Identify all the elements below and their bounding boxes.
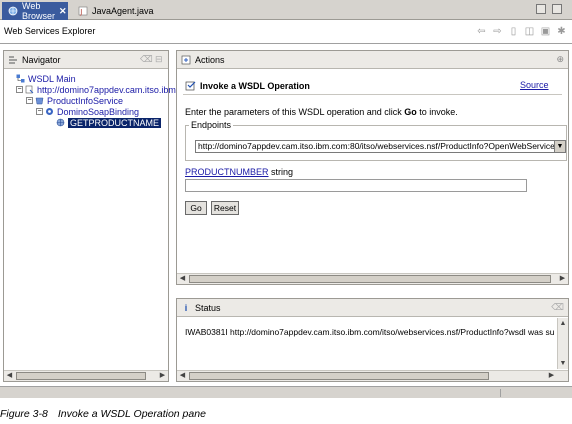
tree-label: ProductInfoService [47,95,124,106]
navigator-header: Navigator ⌫ ⊟ [4,51,168,69]
java-file-icon: J [78,6,88,16]
scroll-up-icon[interactable]: ▲ [558,318,568,329]
heading-divider [183,94,562,95]
navigator-horizontal-scrollbar[interactable]: ◀ ▶ [4,370,168,381]
minimize-button[interactable] [536,4,546,14]
endpoints-group: Endpoints http://domino7appdev.cam.itso.… [185,120,567,161]
tree-label: DominoSoapBinding [57,106,140,117]
scroll-right-icon[interactable]: ▶ [557,274,568,284]
intro-text-bold: Go [404,107,417,117]
collapse-toggle-icon[interactable]: − [16,86,23,93]
actions-header: Actions ⊕ [177,51,568,69]
globe-icon [8,6,18,16]
endpoint-value: http://domino7appdev.cam.itso.ibm.com:80… [198,141,555,151]
actions-pane: Actions ⊕ Invoke a WSDL Operation Source… [176,50,569,285]
scroll-thumb[interactable] [189,275,551,283]
status-pane: i Status ⌫ IWAB0381I http://domino7appde… [176,298,569,382]
scroll-left-icon[interactable]: ◀ [177,371,188,381]
reset-button[interactable]: Reset [211,201,239,215]
back-icon[interactable]: ⇦ [476,26,487,37]
actions-horizontal-scrollbar[interactable]: ◀ ▶ [177,273,568,284]
actions-title: Actions [195,54,225,65]
favorites-icon[interactable]: ▣ [540,26,551,37]
dropdown-arrow-icon[interactable]: ▼ [554,141,565,152]
operation-heading: Invoke a WSDL Operation [185,80,310,91]
clear-icon[interactable]: ⌫ [140,54,153,65]
binding-icon [46,108,53,115]
collapse-toggle-icon[interactable]: − [26,97,33,104]
parameter-type: string [271,167,294,177]
uddi-page-icon[interactable]: ◫ [524,26,535,37]
navigator-title: Navigator [22,54,61,65]
scroll-down-icon[interactable]: ▼ [558,358,568,369]
tree-item-operation[interactable]: GETPRODUCTNAME [56,117,162,128]
wsdl-main-icon [16,74,25,83]
tree-item-service[interactable]: − ProductInfoService [26,95,123,106]
wsdl-file-icon [25,85,34,94]
window-status-bar [0,386,572,398]
scroll-left-icon[interactable]: ◀ [177,274,188,284]
scroll-left-icon[interactable]: ◀ [4,371,15,381]
invoke-operation-icon [185,81,196,91]
svg-text:J: J [79,8,82,16]
maximize-button[interactable] [552,4,562,14]
status-horizontal-scrollbar[interactable]: ◀ ▶ [177,370,568,381]
navigator-pane: Navigator ⌫ ⊟ WSDL Main − http://domino7… [3,50,176,382]
explorer-title-bar: Web Services Explorer ⇦ ⇨ ▯ ◫ ▣ ✱ [0,20,572,44]
figure-number: Figure 3-8 [0,408,48,420]
endpoint-select[interactable]: http://domino7appdev.cam.itso.ibm.com:80… [195,140,566,153]
intro-text-after: to invoke. [416,107,458,117]
status-vertical-scrollbar[interactable]: ▲ ▼ [557,318,568,369]
tree-item-wsdl-main[interactable]: WSDL Main [16,73,76,84]
tree-label: http://domino7appdev.cam.itso.ibm [37,84,176,95]
parameter-label-row: PRODUCTNUMBER string [185,167,293,177]
status-header: i Status ⌫ [177,299,568,317]
source-link[interactable]: Source [520,80,549,90]
actions-icon [181,55,191,64]
scroll-right-icon[interactable]: ▶ [546,371,557,381]
scroll-thumb[interactable] [189,372,489,380]
tab-label: JavaAgent.java [92,6,154,16]
wsdl-page-icon[interactable]: ▯ [508,26,519,37]
explorer-title: Web Services Explorer [4,26,96,36]
status-bar-divider [500,389,501,397]
scroll-thumb[interactable] [16,372,146,380]
tree-item-wsdl-url[interactable]: − http://domino7appdev.cam.itso.ibm [16,84,176,95]
scroll-right-icon[interactable]: ▶ [157,371,168,381]
editor-tab-bar: Web Browser ✕ J JavaAgent.java [0,0,572,21]
status-title: Status [195,302,221,313]
parameter-name-link[interactable]: PRODUCTNUMBER [185,167,269,177]
intro-text: Enter the parameters of this WSDL operat… [185,107,458,117]
endpoints-label: Endpoints [189,120,234,130]
tree-label: WSDL Main [28,73,76,84]
wsil-page-icon[interactable]: ✱ [556,26,567,37]
forward-icon[interactable]: ⇨ [492,26,503,37]
service-icon [35,97,44,105]
figure-title: Invoke a WSDL Operation pane [57,408,206,420]
collapse-icon[interactable]: ⊟ [155,54,163,65]
operation-title: Invoke a WSDL Operation [200,80,310,91]
go-button[interactable]: Go [185,201,207,215]
figure-caption: Figure 3-8 Invoke a WSDL Operation pane [0,408,206,420]
tab-java-agent[interactable]: J JavaAgent.java [72,2,154,20]
tab-label: Web Browser [22,1,56,21]
clear-status-icon[interactable]: ⌫ [551,302,564,313]
productnumber-input[interactable] [185,179,527,192]
maximize-pane-icon[interactable]: ⊕ [556,54,564,65]
tree-item-binding[interactable]: − DominoSoapBinding [36,106,139,117]
tree-label: GETPRODUCTNAME [68,117,162,128]
operation-icon [56,118,65,127]
tab-web-browser[interactable]: Web Browser ✕ [2,1,68,21]
close-icon[interactable]: ✕ [59,6,67,17]
actions-content: Invoke a WSDL Operation Source Enter the… [177,70,568,272]
info-icon: i [184,302,188,313]
intro-text-before: Enter the parameters of this WSDL operat… [185,107,405,117]
collapse-toggle-icon[interactable]: − [36,108,43,115]
navigator-icon [9,56,17,63]
status-message: IWAB0381I http://domino7appdev.cam.itso.… [185,327,554,337]
